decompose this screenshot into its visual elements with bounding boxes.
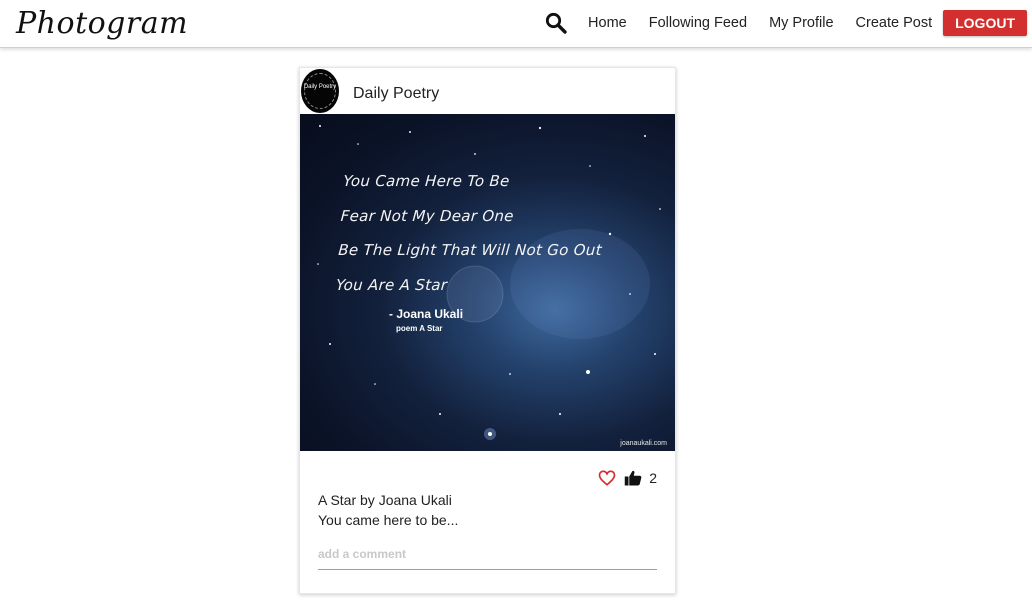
avatar[interactable]: Daily Poetry [301,69,339,113]
nav-links: Home Following Feed My Profile Create Po… [544,0,1027,46]
poem-author: - Joana Ukali [389,307,464,321]
navbar: Photogram Home Following Feed My Profile… [0,0,1032,48]
heart-icon[interactable] [598,469,616,487]
avatar-text: Daily Poetry [303,84,337,90]
nav-link-following-feed[interactable]: Following Feed [649,15,747,31]
poem-line: Fear Not My Dear One [340,206,515,225]
post-actions: 2 [598,468,657,488]
nav-link-my-profile[interactable]: My Profile [769,15,833,31]
post-body: You came here to be... [318,512,459,528]
poem-line: You Came Here To Be [342,172,511,190]
avatar-ring [304,73,336,109]
poem-line: Be The Light That Will Not Go Out [337,241,603,259]
poem-source: poem A Star [396,324,443,333]
image-watermark: joanaukali.com [620,440,667,447]
post-image: You Came Here To Be Fear Not My Dear One… [300,114,675,451]
search-icon[interactable] [544,11,568,35]
comment-input[interactable] [318,538,657,570]
post-title: A Star by Joana Ukali [318,492,452,508]
thumbs-up-icon[interactable] [624,469,642,487]
post-card: Daily Poetry Daily Poetry You Came Here … [299,67,676,594]
logout-button[interactable]: LOGOUT [943,10,1027,36]
poem-text: You Came Here To Be Fear Not My Dear One… [334,172,607,310]
like-count: 2 [649,470,657,486]
poem-line: You Are A Star [335,275,448,294]
post-username[interactable]: Daily Poetry [353,85,439,103]
brand-logo[interactable]: Photogram [16,2,188,46]
post-header: Daily Poetry Daily Poetry [300,68,675,114]
nav-link-create-post[interactable]: Create Post [856,15,933,31]
nav-link-home[interactable]: Home [588,15,627,31]
